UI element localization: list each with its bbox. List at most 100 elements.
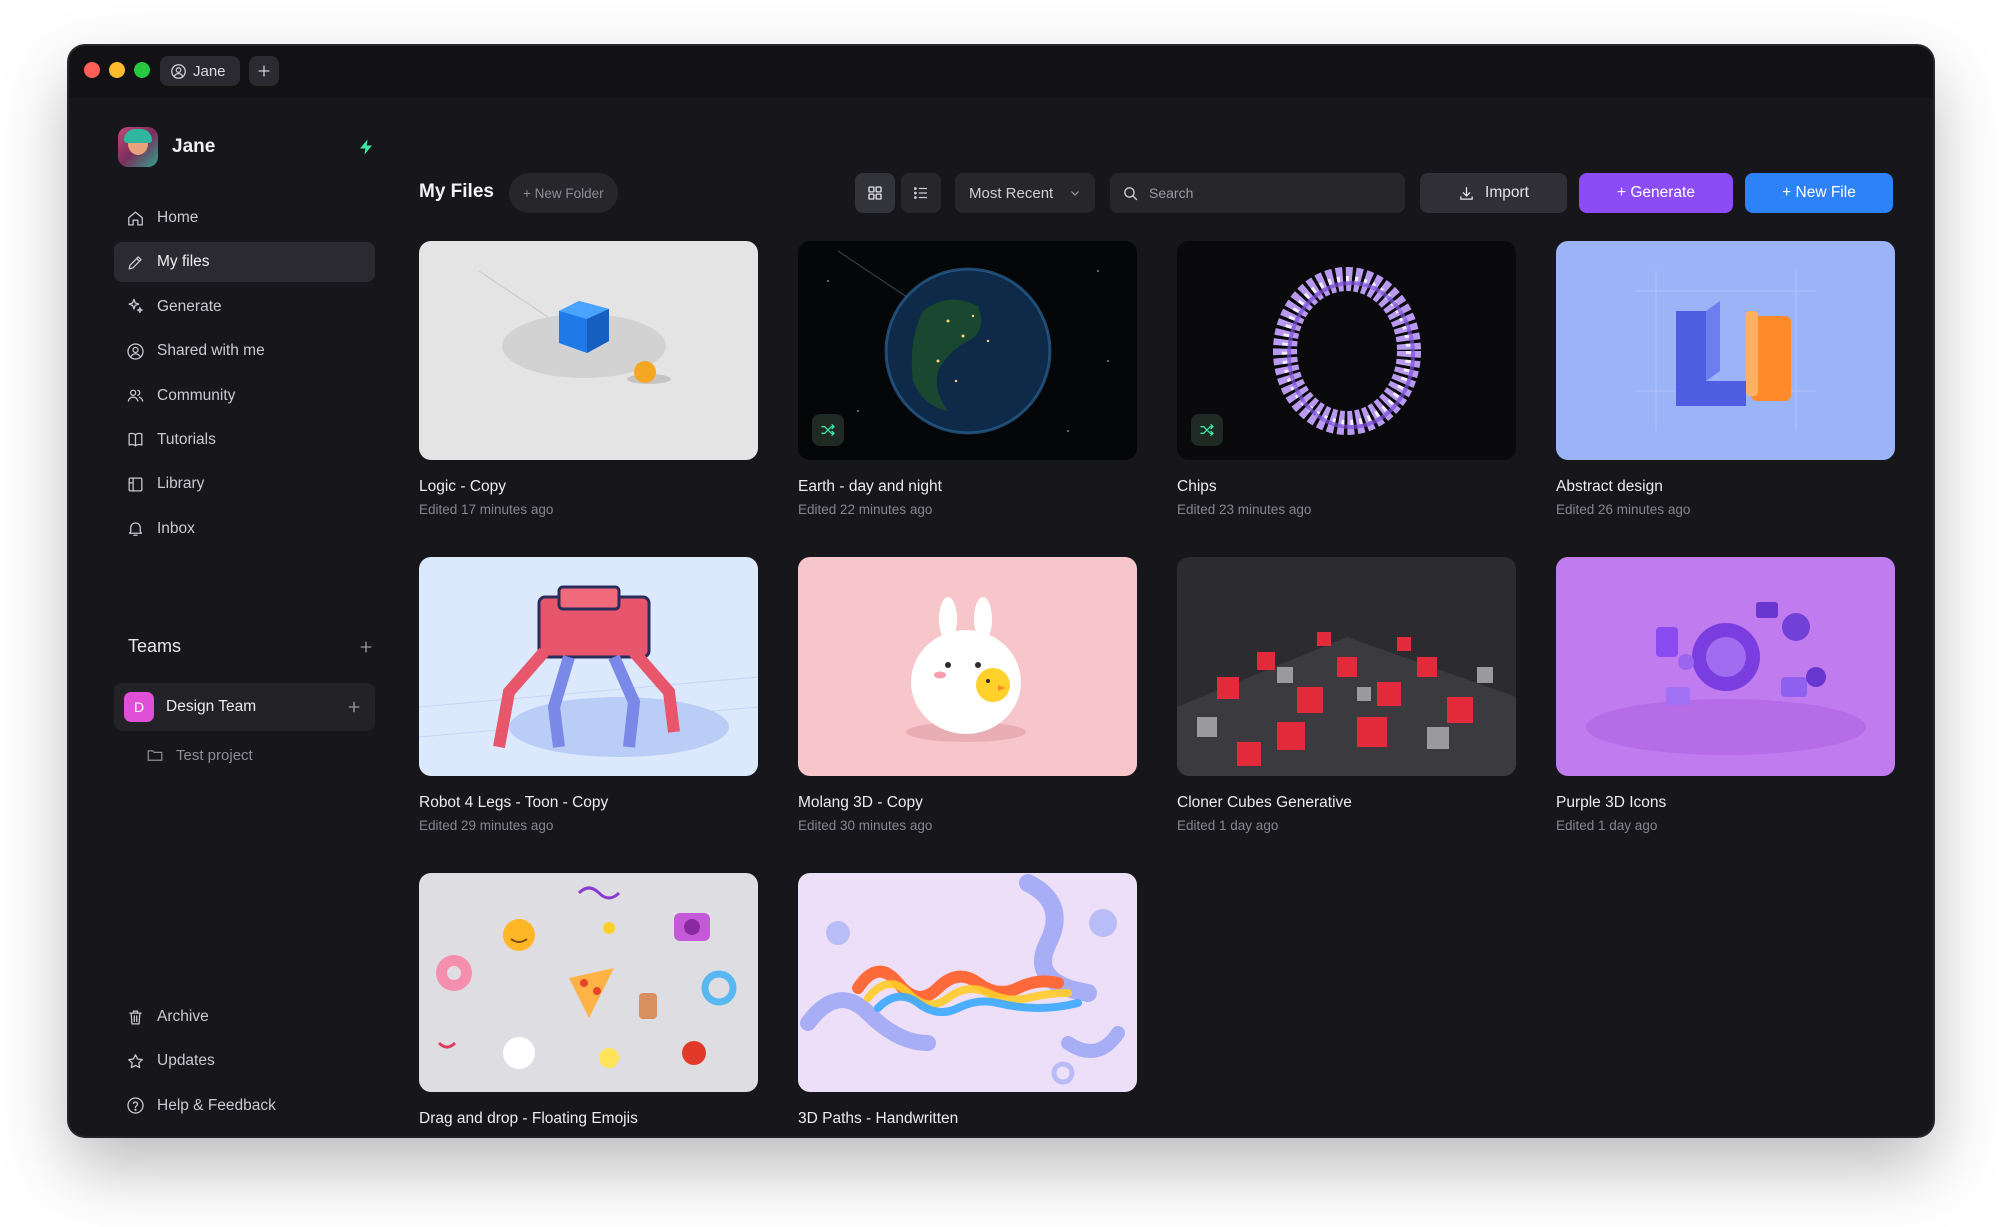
generate-button[interactable]: + Generate [1579,173,1733,213]
project-label: Test project [176,746,253,764]
main-nav: Home My files Generate Shared with me Commun… [114,198,375,553]
add-project-icon[interactable] [345,698,363,716]
file-meta: Edited 26 minutes ago [1556,502,1691,517]
thumbnail-artwork [1177,557,1516,776]
file-thumbnail[interactable] [1177,557,1516,776]
file-title[interactable]: Drag and drop - Floating Emojis [419,1110,758,1128]
file-thumbnail[interactable] [798,241,1137,460]
new-folder-button[interactable]: + New Folder [509,173,618,213]
bolt-icon[interactable] [357,137,375,157]
file-title[interactable]: Chips [1177,478,1516,496]
sidebar-item-updates[interactable]: Updates [114,1041,375,1081]
file-title[interactable]: Earth - day and night [798,478,1137,496]
file-card[interactable]: 3D Paths - Handwritten Edited 5 days ago [798,873,1137,1136]
title-bar: Jane [69,46,1933,98]
file-card[interactable]: Chips Edited 23 minutes ago [1177,241,1516,517]
thumbnail-artwork [1177,241,1516,460]
file-card[interactable]: Abstract design Edited 26 minutes ago [1556,241,1895,517]
sidebar-item-label: Updates [157,1052,215,1070]
grid-icon [868,186,882,200]
download-icon [1460,186,1473,200]
thumbnail-artwork [798,873,1137,1092]
toolbar: My Files + New Folder Most Recent Import… [419,173,1893,213]
sidebar-item-label: Generate [157,297,222,315]
sort-label: Most Recent [969,184,1054,202]
sidebar-item-label: Home [157,209,199,226]
thumbnail-artwork [419,557,758,776]
sidebar-item-label: Inbox [157,519,195,537]
shuffle-badge [1191,414,1223,446]
file-thumbnail[interactable] [1556,557,1895,776]
thumbnail-artwork [1556,557,1895,776]
file-card[interactable]: Robot 4 Legs - Toon - Copy Edited 29 minu… [419,557,758,833]
search-box[interactable] [1110,173,1405,213]
user-tab[interactable]: Jane [160,56,240,86]
file-title[interactable]: Logic - Copy [419,478,758,496]
teams-title: Teams [128,636,182,656]
profile-name: Jane [172,136,216,157]
file-thumbnail[interactable] [798,557,1137,776]
sidebar-item-library[interactable]: Library [114,464,375,504]
sidebar-item-label: Shared with me [157,342,265,360]
project-item-test-project[interactable]: Test project [146,738,253,772]
shuffle-icon [821,424,835,436]
sidebar-item-label: Archive [157,1008,209,1025]
plus-icon [258,65,270,77]
file-title[interactable]: Cloner Cubes Generative [1177,794,1516,812]
team-badge: D [124,692,154,722]
close-window-button[interactable] [84,62,100,78]
sidebar-item-label: Help & Feedback [157,1096,276,1114]
sort-select[interactable]: Most Recent [955,173,1095,213]
add-team-icon[interactable] [357,638,375,656]
file-thumbnail[interactable] [419,557,758,776]
file-card[interactable]: Molang 3D - Copy Edited 30 minutes ago [798,557,1137,833]
file-meta: Edited 22 minutes ago [798,502,933,517]
file-title[interactable]: 3D Paths - Handwritten [798,1110,1137,1128]
file-thumbnail[interactable] [798,873,1137,1092]
sidebar-item-tutorials[interactable]: Tutorials [114,420,375,460]
maximize-window-button[interactable] [134,62,150,78]
list-view-button[interactable] [901,173,941,213]
new-file-button[interactable]: + New File [1745,173,1893,213]
trash-icon [129,1010,142,1024]
sidebar-item-shared-with-me[interactable]: Shared with me [114,331,375,371]
grid-view-button[interactable] [855,173,895,213]
user-tab-label: Jane [193,62,226,80]
profile[interactable]: Jane [118,127,215,167]
minimize-window-button[interactable] [109,62,125,78]
search-input[interactable] [1149,185,1393,201]
list-icon [913,187,927,199]
team-item-design-team[interactable]: D Design Team [114,683,375,731]
sidebar: Jane Home My files Generate Shared with me C… [69,98,389,1136]
file-title[interactable]: Molang 3D - Copy [798,794,1137,812]
sidebar-item-label: My files [157,253,210,271]
search-icon [1124,186,1138,200]
sidebar-item-community[interactable]: Community [114,376,375,416]
file-card[interactable]: Earth - day and night Edited 22 minutes a… [798,241,1137,517]
file-thumbnail[interactable] [1556,241,1895,460]
file-title[interactable]: Robot 4 Legs - Toon - Copy [419,794,758,812]
file-card[interactable]: Drag and drop - Floating Emojis Edited 5 … [419,873,758,1136]
file-meta: Edited 5 days ago [798,1134,1137,1136]
import-button[interactable]: Import [1420,173,1567,213]
file-thumbnail[interactable] [1177,241,1516,460]
file-thumbnail[interactable] [419,241,758,460]
file-meta: Edited 23 minutes ago [1177,502,1312,517]
sidebar-item-my-files[interactable]: My files [114,242,375,283]
sidebar-item-generate[interactable]: Generate [114,287,375,327]
file-card[interactable]: Cloner Cubes Generative Edited 1 day ago [1177,557,1516,833]
user-circle-icon [171,63,186,79]
sparkle-icon [128,299,143,314]
sidebar-item-home[interactable]: Home [114,198,375,238]
file-title[interactable]: Purple 3D Icons [1556,794,1895,812]
file-card[interactable]: Logic - Copy Edited 17 minutes ago [419,241,758,517]
sidebar-item-archive[interactable]: Archive [114,997,375,1037]
thumbnail-artwork [798,241,1137,460]
file-title[interactable]: Abstract design [1556,478,1895,496]
file-card[interactable]: Purple 3D Icons Edited 1 day ago [1556,557,1895,833]
add-tab-button[interactable] [249,56,279,86]
sidebar-item-label: Library [157,475,205,493]
file-thumbnail[interactable] [419,873,758,1092]
sidebar-item-help-feedback[interactable]: Help & Feedback [114,1086,375,1126]
sidebar-item-inbox[interactable]: Inbox [114,509,375,549]
